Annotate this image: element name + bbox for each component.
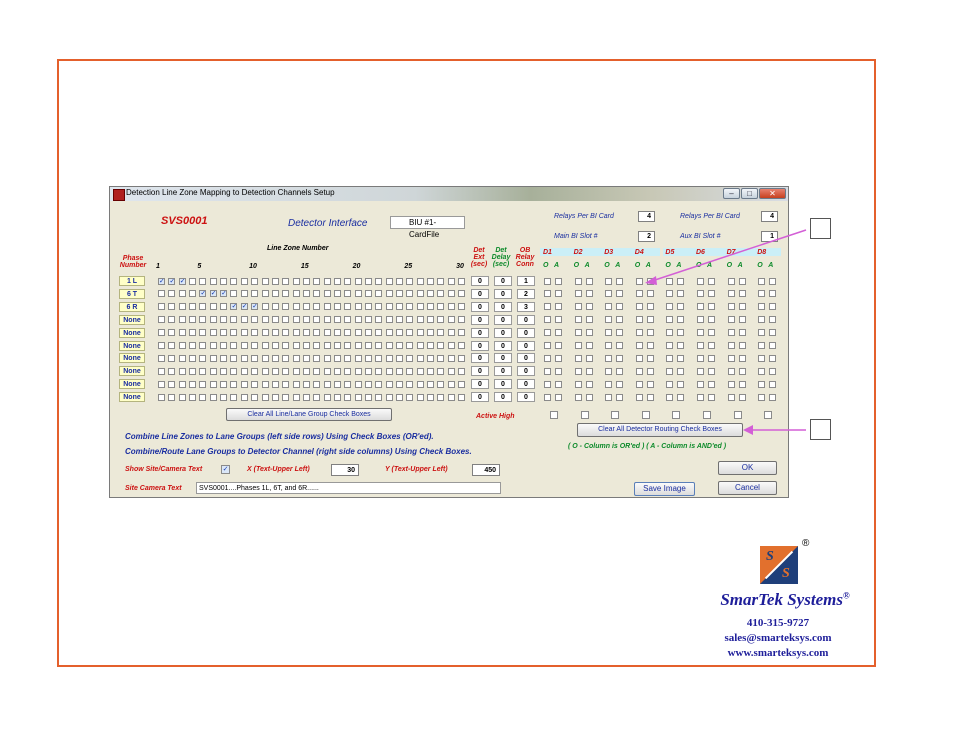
annotation-arrowhead-2 xyxy=(743,425,753,435)
logo-registered-mark: ® xyxy=(802,538,810,549)
company-website[interactable]: www.smarteksys.com xyxy=(690,647,866,659)
logo-letter-bottom: S xyxy=(782,566,790,581)
company-email[interactable]: sales@smarteksys.com xyxy=(690,632,866,644)
annotation-arrowhead-1 xyxy=(645,276,657,285)
company-name-text: SmarTek Systems xyxy=(720,590,843,609)
company-registered-mark: ® xyxy=(842,590,850,601)
smartek-logo-mark: S S xyxy=(760,546,798,584)
logo-letter-top: S xyxy=(766,549,774,564)
annotation-box-2 xyxy=(810,419,831,440)
company-phone: 410-315-9727 xyxy=(746,617,810,629)
annotation-box-1 xyxy=(810,218,831,239)
company-name: SmarTek Systems® xyxy=(690,590,880,610)
annotation-arrow-1 xyxy=(651,229,807,282)
